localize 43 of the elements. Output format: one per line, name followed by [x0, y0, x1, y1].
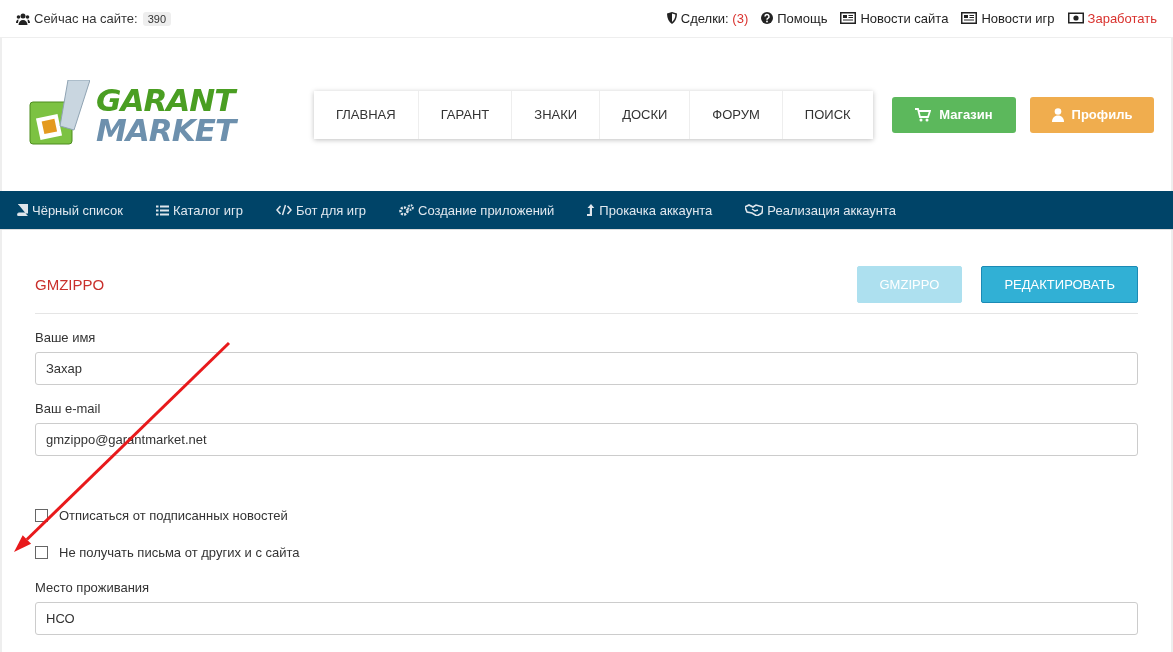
users-icon — [16, 12, 30, 25]
logo-text: GARANT — [96, 84, 236, 115]
checkbox[interactable] — [35, 509, 48, 522]
nav-link[interactable]: ФОРУМ — [690, 90, 783, 139]
nav-link[interactable]: Реализация аккаунта — [745, 202, 896, 218]
shield-icon — [666, 12, 677, 24]
top-link[interactable]: Помощь — [761, 11, 828, 26]
nav-link[interactable]: Каталог игр — [155, 202, 243, 218]
checkbox-label: Отписаться от подписанных новостей — [59, 508, 288, 523]
nav-link[interactable]: Чёрный список — [16, 202, 123, 218]
logo-text: MARKET — [96, 114, 236, 145]
input-field[interactable]: Захар — [35, 352, 1138, 385]
nav-link[interactable]: ГЛАВНАЯ — [314, 90, 419, 139]
banknote-icon — [1067, 12, 1084, 24]
handshake-icon — [745, 203, 764, 216]
top-link[interactable]: Новости игр — [961, 11, 1055, 26]
nav-link[interactable]: ГАРАНТ — [418, 90, 513, 139]
field-label: Ваше имя — [35, 330, 97, 345]
online-count-badge: 390 — [142, 11, 172, 26]
user-icon — [1051, 107, 1064, 122]
top-link[interactable]: Новости сайта — [840, 11, 949, 26]
nav-link[interactable]: Бот для игр — [276, 202, 367, 218]
profile-title: GMZIPPO — [35, 276, 105, 293]
cart-icon — [915, 107, 932, 122]
checkbox[interactable] — [35, 546, 48, 559]
nav-link[interactable]: ЗНАКИ — [512, 90, 601, 139]
input-field[interactable]: НСО — [35, 602, 1138, 635]
question-icon — [761, 12, 774, 24]
nav-link[interactable]: Прокачка аккаунта — [587, 202, 713, 218]
nav-link[interactable]: Создание приложений — [399, 202, 555, 218]
nav-link[interactable]: ДОСКИ — [600, 90, 691, 139]
list-icon — [155, 204, 169, 216]
nav-link[interactable]: ПОИСК — [782, 90, 873, 139]
field-label: Место проживания — [35, 580, 151, 595]
arrow-up-icon — [587, 203, 596, 216]
top-link[interactable]: Сделки: (3) — [666, 11, 749, 26]
field-label: Ваш e-mail — [35, 401, 102, 416]
newspaper-icon — [840, 12, 857, 24]
newspaper-icon — [961, 12, 978, 24]
checkbox-label: Не получать письма от других и с сайта — [59, 545, 300, 560]
top-link[interactable]: Заработать — [1067, 11, 1157, 26]
online-label: Сейчас на сайте: — [34, 11, 138, 26]
code-icon — [276, 203, 292, 216]
